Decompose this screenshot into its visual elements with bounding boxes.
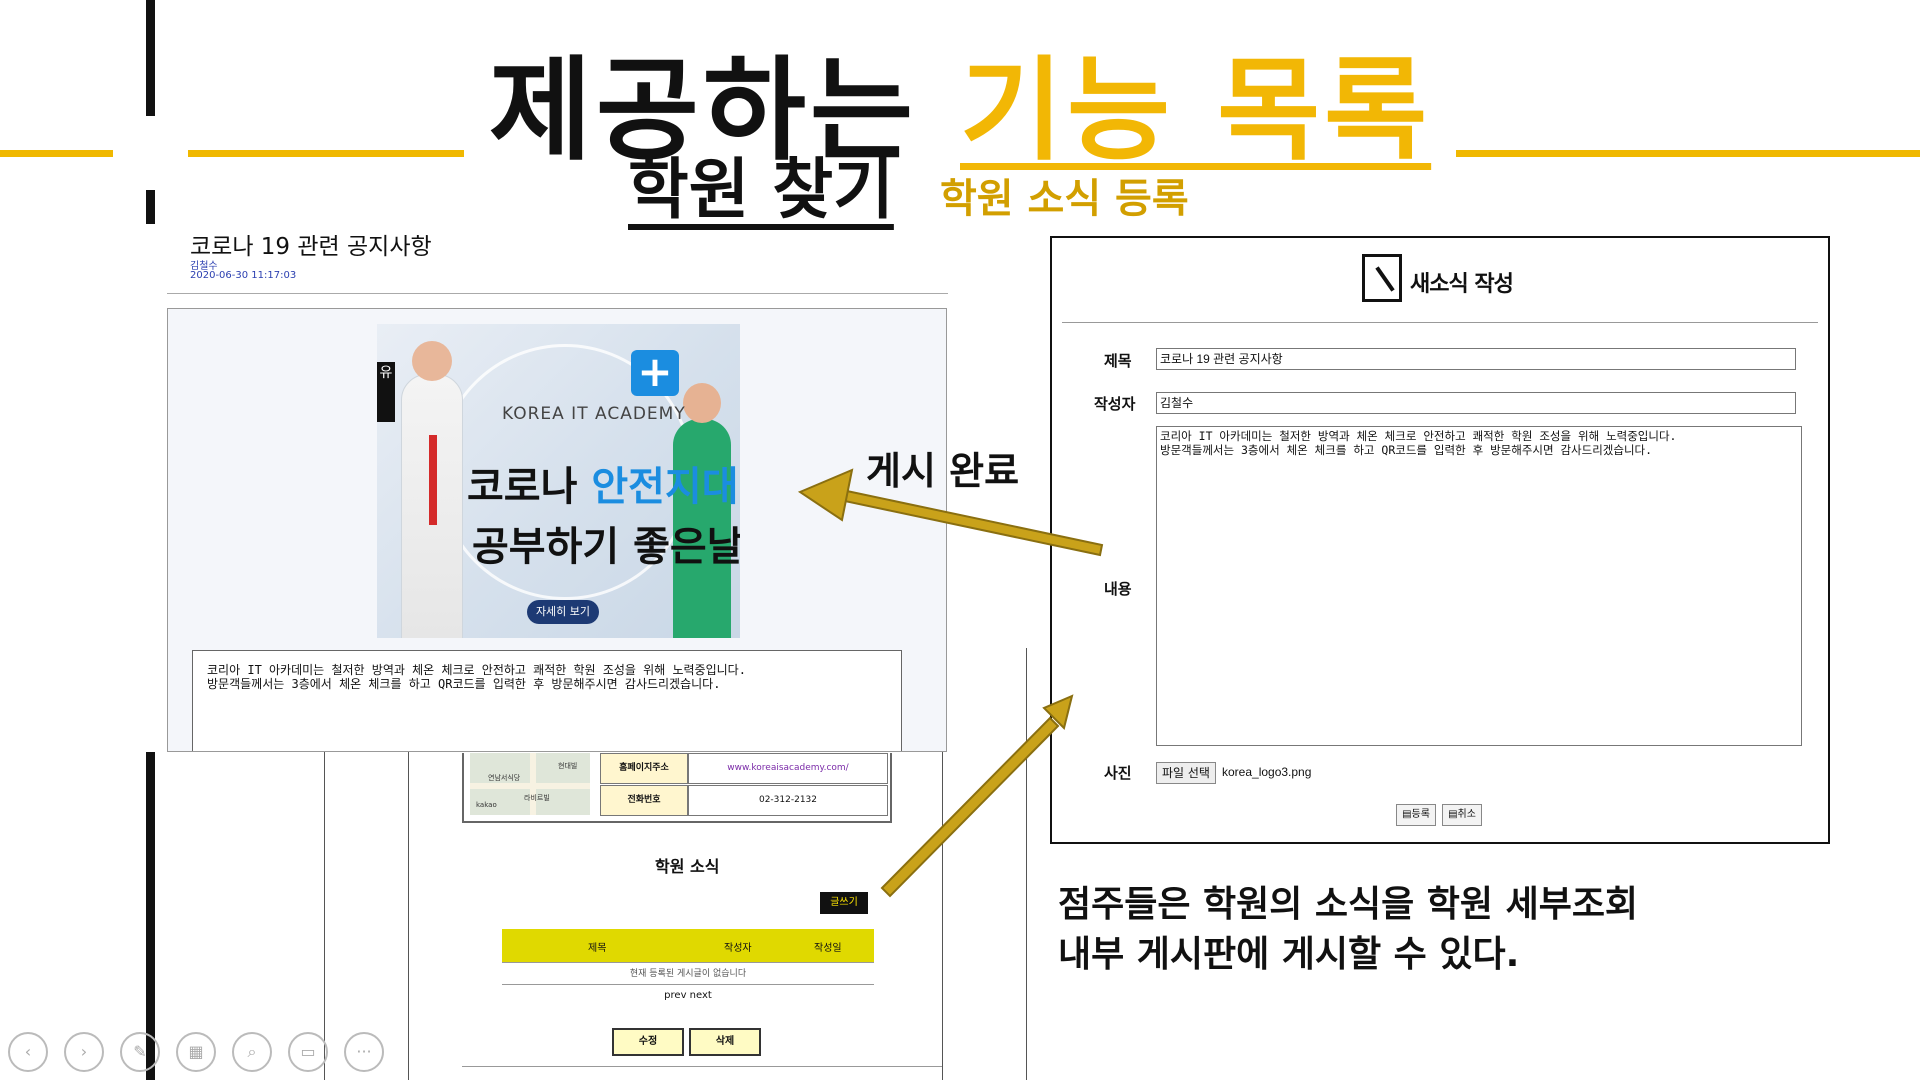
arrow-to-form: [880, 694, 1074, 898]
description-text: 점주들은 학원의 소식을 학원 세부조회 내부 게시판에 게시할 수 있다.: [1058, 884, 1639, 975]
posted-label: 게시 완료: [866, 449, 1020, 493]
more-icon[interactable]: ···: [344, 1032, 384, 1072]
zoom-icon[interactable]: ⌕: [232, 1032, 272, 1072]
next-icon[interactable]: ›: [64, 1032, 104, 1072]
subtitle-icon[interactable]: ▭: [288, 1032, 328, 1072]
slides-icon[interactable]: ▦: [176, 1032, 216, 1072]
pen-icon[interactable]: ✎: [120, 1032, 160, 1072]
prev-icon[interactable]: ‹: [8, 1032, 48, 1072]
